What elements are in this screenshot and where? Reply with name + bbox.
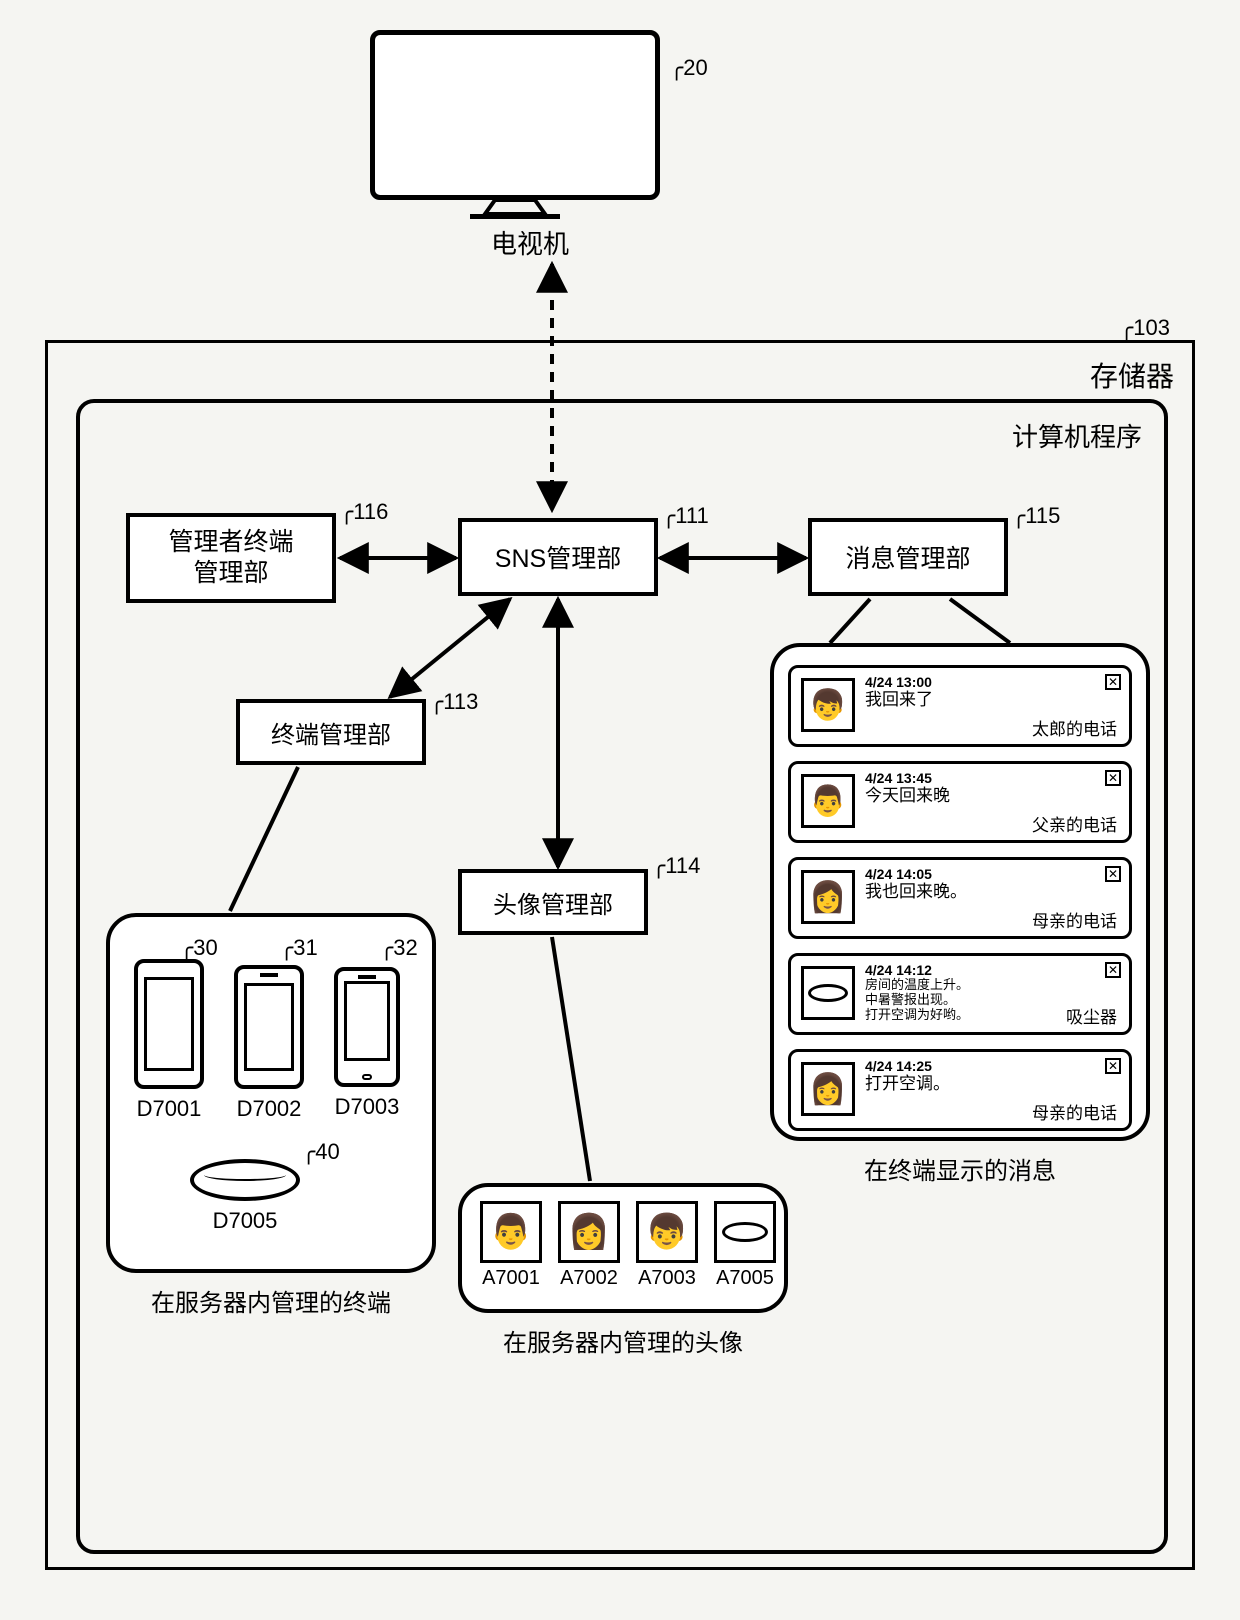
avatars-bubble-caption: 在服务器内管理的头像 xyxy=(458,1323,788,1358)
avatar-a7002: 👩 A7002 xyxy=(558,1201,620,1290)
memory-ref: ╭103 xyxy=(1120,315,1170,341)
message-sender: 吸尘器 xyxy=(1066,1003,1117,1028)
message-ref: ╭115 xyxy=(1012,503,1060,529)
close-icon[interactable]: ✕ xyxy=(1105,962,1121,978)
program-label: 计算机程序 xyxy=(1012,417,1142,454)
device-d7003: D7003 xyxy=(334,967,400,1120)
terminal-ref: ╭113 xyxy=(430,689,478,715)
robot-vacuum-icon xyxy=(190,1159,300,1201)
message-card: 👦 4/24 13:00 我回来了 太郎的电话 ✕ xyxy=(788,665,1132,747)
phone-icon xyxy=(334,967,400,1087)
device-d7002: D7002 xyxy=(234,965,304,1122)
tv-icon xyxy=(370,30,660,220)
phone-icon xyxy=(234,965,304,1089)
sns-ref: ╭111 xyxy=(662,503,709,529)
face-glasses-icon: 👨 xyxy=(480,1201,542,1263)
terminals-bubble-caption: 在服务器内管理的终端 xyxy=(106,1283,436,1318)
avatar-a7001: 👨 A7001 xyxy=(480,1201,542,1290)
close-icon[interactable]: ✕ xyxy=(1105,770,1121,786)
device-ref-0: ╭30 xyxy=(180,935,218,961)
face-glasses-icon: 👨 xyxy=(801,774,855,828)
message-sender: 太郎的电话 xyxy=(1032,715,1117,740)
message-body: 我也回来晚。 xyxy=(865,882,1099,902)
message-timestamp: 4/24 13:45 xyxy=(865,770,932,786)
tv-label: 电视机 xyxy=(360,224,700,261)
phone-icon xyxy=(134,959,204,1089)
message-sender: 父亲的电话 xyxy=(1032,811,1117,836)
message-timestamp: 4/24 14:05 xyxy=(865,866,932,882)
message-sender: 母亲的电话 xyxy=(1032,907,1117,932)
device-ref-3: ╭40 xyxy=(302,1139,340,1165)
avatar-a7003: 👦 A7003 xyxy=(636,1201,698,1290)
messages-bubble: 👦 4/24 13:00 我回来了 太郎的电话 ✕ 👨 4/24 13:45 今… xyxy=(770,643,1150,1141)
face-boy-icon: 👦 xyxy=(636,1201,698,1263)
tv-block: 电视机 xyxy=(360,30,700,261)
memory-label: 存储器 xyxy=(1090,355,1174,395)
face-woman-icon: 👩 xyxy=(558,1201,620,1263)
terminals-managed-bubble: ╭30 ╭31 ╭32 ╭40 D7001 D7002 D7003 xyxy=(106,913,436,1273)
message-timestamp: 4/24 14:12 xyxy=(865,962,932,978)
message-timestamp: 4/24 14:25 xyxy=(865,1058,932,1074)
admin-terminal-ref: ╭116 xyxy=(340,499,388,525)
message-card: 4/24 14:12 房间的温度上升。 中暑警报出现。 打开空调为好哟。 吸尘器… xyxy=(788,953,1132,1035)
avatar-module: 头像管理部 xyxy=(458,869,648,935)
device-ref-1: ╭31 xyxy=(280,935,318,961)
message-card: 👩 4/24 14:25 打开空调。 母亲的电话 ✕ xyxy=(788,1049,1132,1131)
message-body: 我回来了 xyxy=(865,690,1099,710)
device-ref-2: ╭32 xyxy=(380,935,418,961)
message-timestamp: 4/24 13:00 xyxy=(865,674,932,690)
tv-ref: ╭20 xyxy=(670,55,708,81)
device-d7005: D7005 xyxy=(190,1159,300,1234)
robot-vacuum-icon xyxy=(801,966,855,1020)
face-woman-icon: 👩 xyxy=(801,870,855,924)
message-body: 打开空调。 xyxy=(865,1074,1099,1094)
message-sender: 母亲的电话 xyxy=(1032,1099,1117,1124)
message-card: 👩 4/24 14:05 我也回来晚。 母亲的电话 ✕ xyxy=(788,857,1132,939)
avatar-a7005: A7005 xyxy=(714,1201,776,1290)
face-boy-icon: 👦 xyxy=(801,678,855,732)
sns-module: SNS管理部 xyxy=(458,518,658,596)
avatar-ref: ╭114 xyxy=(652,853,700,879)
message-body: 房间的温度上升。 中暑警报出现。 打开空调为好哟。 xyxy=(865,978,1099,1023)
close-icon[interactable]: ✕ xyxy=(1105,866,1121,882)
message-module: 消息管理部 xyxy=(808,518,1008,596)
close-icon[interactable]: ✕ xyxy=(1105,674,1121,690)
avatars-managed-bubble: 👨 A7001 👩 A7002 👦 A7003 A7005 xyxy=(458,1183,788,1313)
messages-bubble-caption: 在终端显示的消息 xyxy=(770,1151,1150,1186)
memory-container: 存储器 计算机程序 管理者终端 管理部 ╭116 SNS管理部 ╭111 消息管… xyxy=(45,340,1195,1570)
message-card: 👨 4/24 13:45 今天回来晚 父亲的电话 ✕ xyxy=(788,761,1132,843)
message-body: 今天回来晚 xyxy=(865,786,1099,806)
robot-vacuum-icon xyxy=(714,1201,776,1263)
face-woman-icon: 👩 xyxy=(801,1062,855,1116)
device-d7001: D7001 xyxy=(134,959,204,1122)
close-icon[interactable]: ✕ xyxy=(1105,1058,1121,1074)
terminal-module: 终端管理部 xyxy=(236,699,426,765)
admin-terminal-module: 管理者终端 管理部 xyxy=(126,513,336,603)
program-container: 计算机程序 管理者终端 管理部 ╭116 SNS管理部 ╭111 消息管理部 ╭… xyxy=(76,399,1168,1554)
